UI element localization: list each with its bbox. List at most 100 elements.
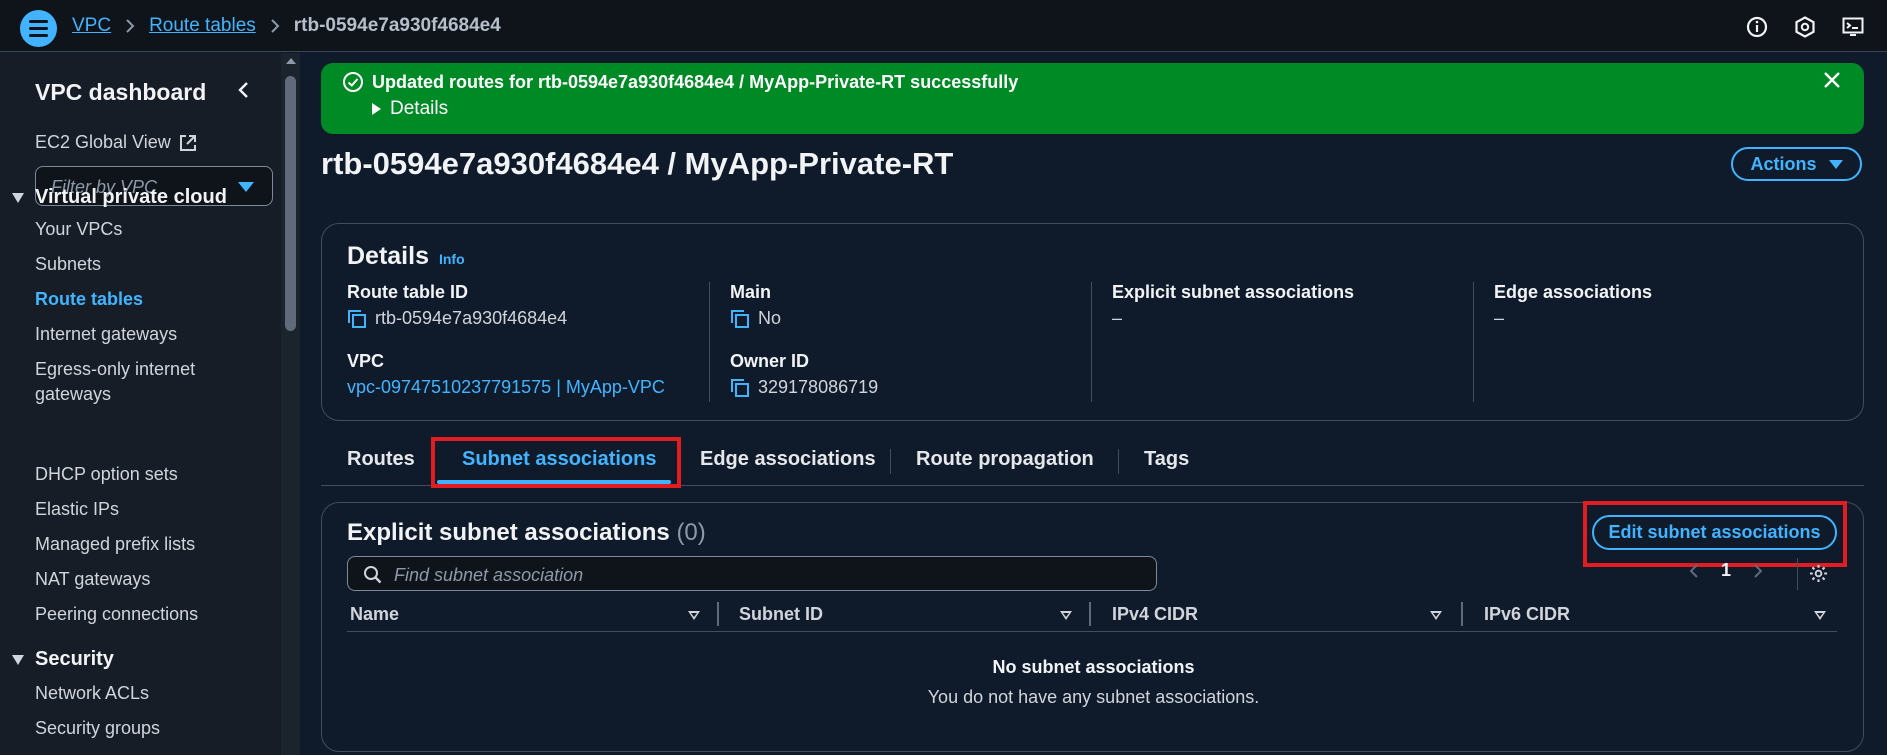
page-title: rtb-0594e7a930f4684e4 / MyApp-Private-RT [321,146,954,181]
route-table-id-value: rtb-0594e7a930f4684e4 [375,308,568,328]
explicit-associations-label: Explicit subnet associations [1112,282,1355,302]
sort-icon[interactable] [1430,611,1442,620]
sidebar-item-egress-only-gateways[interactable]: Egress-only internet gateways [35,357,195,407]
sidebar: VPC dashboard EC2 Global View Filter by … [0,53,281,755]
sort-icon[interactable] [1060,611,1072,620]
column-divider[interactable] [717,602,719,626]
edge-associations-label: Edge associations [1494,282,1653,302]
copy-icon[interactable] [347,309,367,329]
sidebar-item-security-groups[interactable]: Security groups [35,716,160,741]
section-virtual-private-cloud[interactable]: Virtual private cloud [12,186,227,209]
sidebar-item-subnets[interactable]: Subnets [35,252,101,277]
scrollbar-thumb[interactable] [285,76,296,331]
associations-title-text: Explicit subnet associations [347,519,670,546]
breadcrumb-current: rtb-0594e7a930f4684e4 [293,15,501,36]
banner-message: Updated routes for rtb-0594e7a930f4684e4… [372,72,1019,92]
sort-icon[interactable] [1814,611,1826,620]
info-icon[interactable] [1745,15,1769,39]
owner-id-label: Owner ID [730,351,810,371]
chevron-right-icon[interactable] [1753,563,1763,579]
sidebar-item-managed-prefix-lists[interactable]: Managed prefix lists [35,532,195,557]
section-label: Virtual private cloud [35,186,227,208]
feedback-icon[interactable] [1793,15,1817,39]
column-ipv4-cidr[interactable]: IPv4 CIDR [1112,604,1198,625]
breadcrumb-route-tables[interactable]: Route tables [149,15,256,37]
nav-label-line-2: gateways [35,384,112,404]
column-divider [1473,282,1474,402]
tab-divider [1118,449,1119,474]
vpc-label: VPC [347,351,385,371]
route-table-id-label: Route table ID [347,282,469,302]
table-header: Name Subnet ID IPv4 CIDR IPv6 CIDR [347,598,1837,632]
column-subnet-id[interactable]: Subnet ID [739,604,823,625]
edge-associations-value: – [1494,308,1505,328]
pagination-divider [1797,558,1798,590]
ec2-global-view-link[interactable]: EC2 Global View [35,132,197,153]
sidebar-scrollbar[interactable] [281,53,300,755]
external-link-icon [179,134,196,151]
caret-right-icon [372,103,381,115]
copy-icon[interactable] [730,378,750,398]
sidebar-item-nat-gateways[interactable]: NAT gateways [35,567,150,592]
gear-icon[interactable] [1809,564,1828,583]
owner-id-value: 329178086719 [758,377,879,397]
search-input[interactable]: Find subnet association [347,556,1157,591]
check-circle-icon [343,72,363,92]
chevron-left-icon[interactable] [1689,563,1699,579]
vpc-link[interactable]: vpc-09747510237791575 | MyApp-VPC [347,377,665,398]
actions-label: Actions [1750,153,1817,174]
tab-divider [890,449,891,474]
column-ipv6-cidr[interactable]: IPv6 CIDR [1484,604,1570,625]
actions-button[interactable]: Actions [1731,147,1862,181]
sort-icon[interactable] [688,611,700,620]
menu-icon[interactable] [20,10,57,47]
column-divider[interactable] [1461,602,1463,626]
caret-down-icon [1828,159,1843,169]
page-number[interactable]: 1 [1721,560,1731,581]
pagination: 1 [1689,560,1763,581]
column-divider [709,282,710,402]
ec2-global-view-label: EC2 Global View [35,132,171,152]
tab-routes[interactable]: Routes [347,448,415,471]
top-navigation-bar: VPC Route tables rtb-0594e7a930f4684e4 [0,0,1887,52]
details-panel: Details Info Route table ID rtb-0594e7a9… [321,223,1864,421]
sidebar-item-route-tables[interactable]: Route tables [35,287,143,312]
caret-down-icon [12,192,24,203]
info-link[interactable]: Info [439,251,465,267]
chevron-left-icon[interactable] [236,79,252,101]
close-icon[interactable] [1822,70,1842,90]
sidebar-item-internet-gateways[interactable]: Internet gateways [35,322,177,347]
caret-down-icon [238,182,254,192]
search-icon [364,566,382,584]
banner-details-toggle[interactable]: Details [372,98,448,120]
sidebar-title: VPC dashboard [35,79,207,105]
tab-edge-associations[interactable]: Edge associations [700,448,876,471]
banner-details-label: Details [390,98,449,119]
associations-count: (0) [676,519,706,546]
highlight-box-tab [431,437,681,488]
chevron-right-icon [270,18,280,34]
breadcrumb-vpc[interactable]: VPC [72,15,111,37]
tab-tags[interactable]: Tags [1144,448,1189,471]
breadcrumb: VPC Route tables rtb-0594e7a930f4684e4 [72,15,501,37]
main-value: No [758,308,782,328]
sidebar-item-dhcp-option-sets[interactable]: DHCP option sets [35,462,178,487]
sidebar-item-elastic-ips[interactable]: Elastic IPs [35,497,119,522]
main-label: Main [730,282,772,302]
column-divider [1091,282,1092,402]
search-placeholder: Find subnet association [394,565,584,585]
chevron-right-icon [125,18,135,34]
highlight-box-edit [1583,501,1847,567]
associations-title: Explicit subnet associations (0) [347,519,706,547]
empty-state-text: You do not have any subnet associations. [927,687,1260,707]
column-divider[interactable] [1089,602,1091,626]
sidebar-item-your-vpcs[interactable]: Your VPCs [35,217,122,242]
scroll-up-icon[interactable] [286,58,296,64]
cloudshell-icon[interactable] [1841,15,1865,39]
copy-icon[interactable] [730,309,750,329]
column-name[interactable]: Name [350,604,399,625]
tab-route-propagation[interactable]: Route propagation [916,448,1094,471]
explicit-associations-value: – [1112,308,1123,328]
sidebar-item-peering-connections[interactable]: Peering connections [35,602,198,627]
empty-state-title: No subnet associations [992,657,1195,677]
